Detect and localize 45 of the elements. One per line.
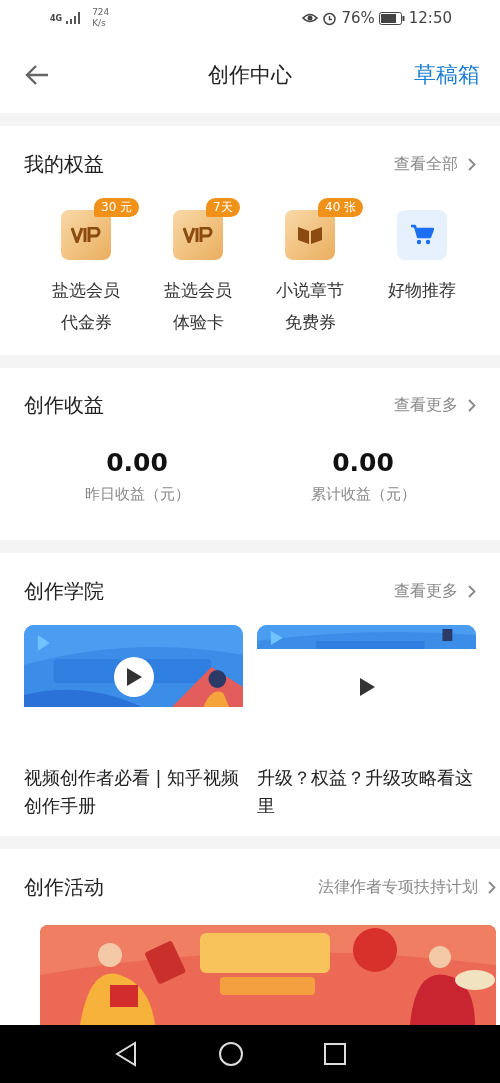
back-arrow-icon[interactable] [24,63,50,86]
alarm-icon [322,10,338,26]
video-title[interactable]: 视频创作者必看 | 知乎视频创作手册 [24,764,243,821]
view-more-link[interactable]: 查看更多 [394,580,476,602]
vip-icon[interactable] [173,210,223,261]
play-icon [124,667,143,688]
clock-time: 12:50 [408,9,452,28]
network-type: 4G [50,13,63,23]
count-badge: 30 元 [94,198,140,218]
earnings-label: 累计收益（元） [310,484,416,504]
section-title: 创作学院 [24,577,104,605]
benefit-label[interactable]: 小说章节免费券 [276,274,344,339]
chevron-right-icon [488,880,496,894]
activity-link[interactable]: 法律作者专项扶持计划 [318,876,496,898]
video-title[interactable]: 升级？权益？升级攻略看这里 [257,764,476,821]
battery-icon [378,11,405,25]
benefit-label[interactable]: 盐选会员体验卡 [164,274,232,339]
earnings-label: 昨日收益（元） [84,484,190,504]
back-icon[interactable] [114,1041,138,1067]
play-icon [357,677,376,698]
chevron-right-icon [468,157,476,171]
benefit-label[interactable]: 好物推荐 [388,274,456,307]
section-title: 创作活动 [24,873,104,901]
count-badge: 7天 [206,198,240,218]
section-title: 我的权益 [24,150,104,178]
network-speed: 724 [92,7,110,19]
drafts-button[interactable]: 草稿箱 [414,59,480,90]
view-all-link[interactable]: 查看全部 [394,153,476,175]
vip-icon[interactable] [61,210,111,261]
home-icon[interactable] [218,1041,244,1067]
benefit-label[interactable]: 盐选会员代金券 [52,274,120,339]
chevron-right-icon [468,399,476,413]
earnings-value: 0.00 [332,447,394,477]
view-more-link[interactable]: 查看更多 [394,395,476,417]
count-badge: 40 张 [318,198,364,218]
speed-unit: K/s [92,18,107,30]
section-title: 创作收益 [24,392,104,420]
book-icon[interactable] [285,210,335,261]
battery-percent: 76% [341,9,375,28]
cart-icon[interactable] [397,210,447,261]
earnings-value: 0.00 [106,447,168,477]
signal-icon [66,12,83,25]
page-title: 创作中心 [208,61,292,89]
recents-icon[interactable] [324,1043,346,1065]
chevron-right-icon [468,584,476,598]
